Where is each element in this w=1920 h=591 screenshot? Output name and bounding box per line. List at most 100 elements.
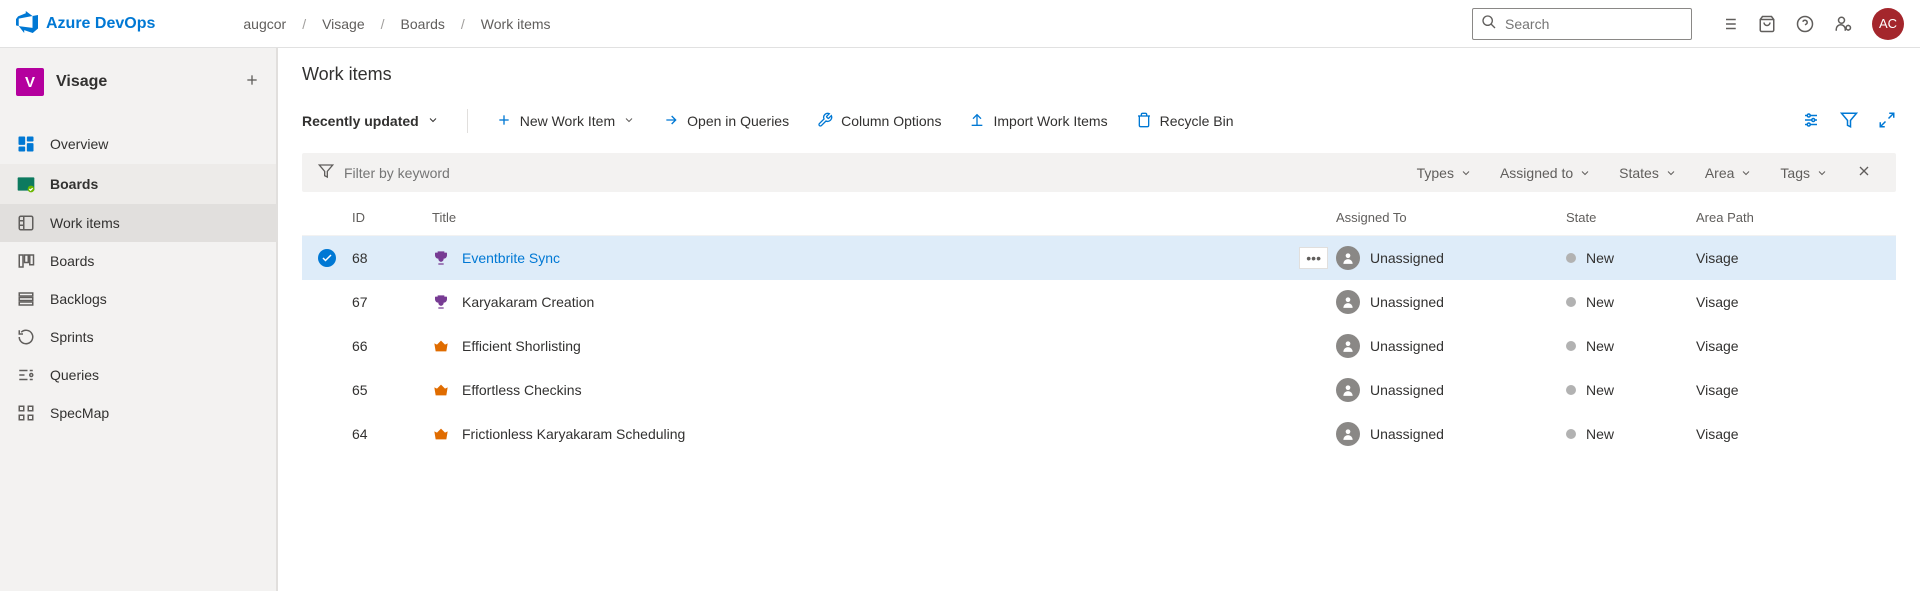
chevron-down-icon [427, 113, 439, 129]
row-title[interactable]: Eventbrite Sync [462, 250, 560, 266]
row-title-cell: Efficient Shorlisting ••• [432, 338, 1336, 354]
user-settings-icon[interactable] [1834, 15, 1852, 33]
top-header: Azure DevOps augcor / Visage / Boards / … [0, 0, 1920, 48]
unassigned-avatar-icon [1336, 378, 1360, 402]
row-id: 67 [352, 294, 432, 310]
row-state: New [1566, 294, 1696, 310]
row-assigned[interactable]: Unassigned [1336, 422, 1566, 446]
boards-sub-icon [16, 252, 36, 270]
add-project-button[interactable] [244, 72, 260, 93]
row-area: Visage [1696, 382, 1896, 398]
import-button[interactable]: Import Work Items [969, 112, 1107, 131]
assigned-text: Unassigned [1370, 294, 1444, 310]
settings-icon[interactable] [1802, 111, 1820, 132]
table-row[interactable]: 64 Frictionless Karyakaram Scheduling ••… [302, 412, 1896, 456]
search-input[interactable] [1505, 16, 1686, 32]
top-actions: AC [1720, 8, 1904, 40]
view-dropdown[interactable]: Recently updated [302, 113, 439, 129]
filter-icon[interactable] [1840, 111, 1858, 132]
breadcrumb-section[interactable]: Boards [401, 16, 445, 32]
breadcrumb-sep: / [381, 16, 385, 32]
filter-keyword-input[interactable] [344, 165, 1397, 181]
filter-label: Types [1417, 165, 1454, 181]
unassigned-avatar-icon [1336, 422, 1360, 446]
filter-tags[interactable]: Tags [1772, 165, 1836, 181]
breadcrumb-page[interactable]: Work items [481, 16, 551, 32]
filter-input-wrap[interactable] [318, 163, 1397, 182]
breadcrumb-project[interactable]: Visage [322, 16, 365, 32]
row-title[interactable]: Karyakaram Creation [462, 294, 594, 310]
logo-area[interactable]: Azure DevOps [16, 11, 155, 36]
nav-section: Overview Boards Work items [0, 124, 276, 432]
recycle-bin-button[interactable]: Recycle Bin [1136, 112, 1234, 131]
breadcrumb: augcor / Visage / Boards / Work items [243, 16, 1464, 32]
nav-specmap[interactable]: SpecMap [0, 394, 276, 432]
funnel-icon [318, 163, 334, 182]
layout: V Visage Overview Boards [0, 48, 1920, 591]
column-options-button[interactable]: Column Options [817, 112, 941, 131]
nav-backlogs[interactable]: Backlogs [0, 280, 276, 318]
row-assigned[interactable]: Unassigned [1336, 334, 1566, 358]
row-title-cell: Frictionless Karyakaram Scheduling ••• [432, 426, 1336, 442]
view-label: Recently updated [302, 113, 419, 129]
filter-types[interactable]: Types [1409, 165, 1480, 181]
new-work-item-button[interactable]: New Work Item [496, 112, 635, 131]
fullscreen-icon[interactable] [1878, 111, 1896, 132]
row-title[interactable]: Efficient Shorlisting [462, 338, 581, 354]
row-state: New [1566, 250, 1696, 266]
table-row[interactable]: 68 Eventbrite Sync ••• Unassigned New Vi… [302, 236, 1896, 280]
azure-devops-icon [16, 11, 38, 36]
search-box[interactable] [1472, 8, 1692, 40]
list-icon[interactable] [1720, 15, 1738, 33]
nav-work-items[interactable]: Work items [0, 204, 276, 242]
col-state-header[interactable]: State [1566, 210, 1696, 225]
feature-icon [432, 250, 450, 266]
nav-label: Queries [50, 367, 99, 383]
table-row[interactable]: 65 Effortless Checkins ••• Unassigned Ne… [302, 368, 1896, 412]
button-label: Open in Queries [687, 113, 789, 129]
shopping-bag-icon[interactable] [1758, 15, 1776, 33]
button-label: Import Work Items [993, 113, 1107, 129]
close-filter-button[interactable] [1848, 163, 1880, 182]
row-assigned[interactable]: Unassigned [1336, 378, 1566, 402]
sidebar: V Visage Overview Boards [0, 48, 278, 591]
col-id-header[interactable]: ID [352, 210, 432, 225]
nav-queries[interactable]: Queries [0, 356, 276, 394]
row-title[interactable]: Frictionless Karyakaram Scheduling [462, 426, 685, 442]
breadcrumb-sep: / [461, 16, 465, 32]
filter-area[interactable]: Area [1697, 165, 1761, 181]
nav-boards-sub[interactable]: Boards [0, 242, 276, 280]
nav-sprints[interactable]: Sprints [0, 318, 276, 356]
row-state: New [1566, 426, 1696, 442]
table-row[interactable]: 67 Karyakaram Creation ••• Unassigned Ne… [302, 280, 1896, 324]
row-checkbox[interactable] [318, 249, 352, 267]
help-icon[interactable] [1796, 15, 1814, 33]
breadcrumb-org[interactable]: augcor [243, 16, 286, 32]
row-title-cell: Eventbrite Sync ••• [432, 250, 1336, 266]
row-assigned[interactable]: Unassigned [1336, 290, 1566, 314]
work-items-icon [16, 214, 36, 232]
table-body: 68 Eventbrite Sync ••• Unassigned New Vi… [302, 236, 1896, 456]
unassigned-avatar-icon [1336, 246, 1360, 270]
project-header[interactable]: V Visage [0, 60, 276, 104]
row-area: Visage [1696, 250, 1896, 266]
state-dot-icon [1566, 297, 1576, 307]
nav-boards[interactable]: Boards [0, 164, 276, 204]
filter-assigned-to[interactable]: Assigned to [1492, 165, 1599, 181]
nav-overview[interactable]: Overview [0, 124, 276, 164]
row-assigned[interactable]: Unassigned [1336, 246, 1566, 270]
filter-states[interactable]: States [1611, 165, 1685, 181]
col-title-header[interactable]: Title [432, 210, 1336, 225]
check-circle-icon [318, 249, 336, 267]
user-avatar[interactable]: AC [1872, 8, 1904, 40]
state-dot-icon [1566, 429, 1576, 439]
row-more-button[interactable]: ••• [1299, 247, 1328, 269]
queries-icon [16, 366, 36, 384]
table-row[interactable]: 66 Efficient Shorlisting ••• Unassigned … [302, 324, 1896, 368]
row-title[interactable]: Effortless Checkins [462, 382, 582, 398]
assigned-text: Unassigned [1370, 382, 1444, 398]
col-area-header[interactable]: Area Path [1696, 210, 1896, 225]
col-assigned-header[interactable]: Assigned To [1336, 210, 1566, 225]
open-queries-button[interactable]: Open in Queries [663, 112, 789, 131]
product-name: Azure DevOps [46, 15, 155, 33]
